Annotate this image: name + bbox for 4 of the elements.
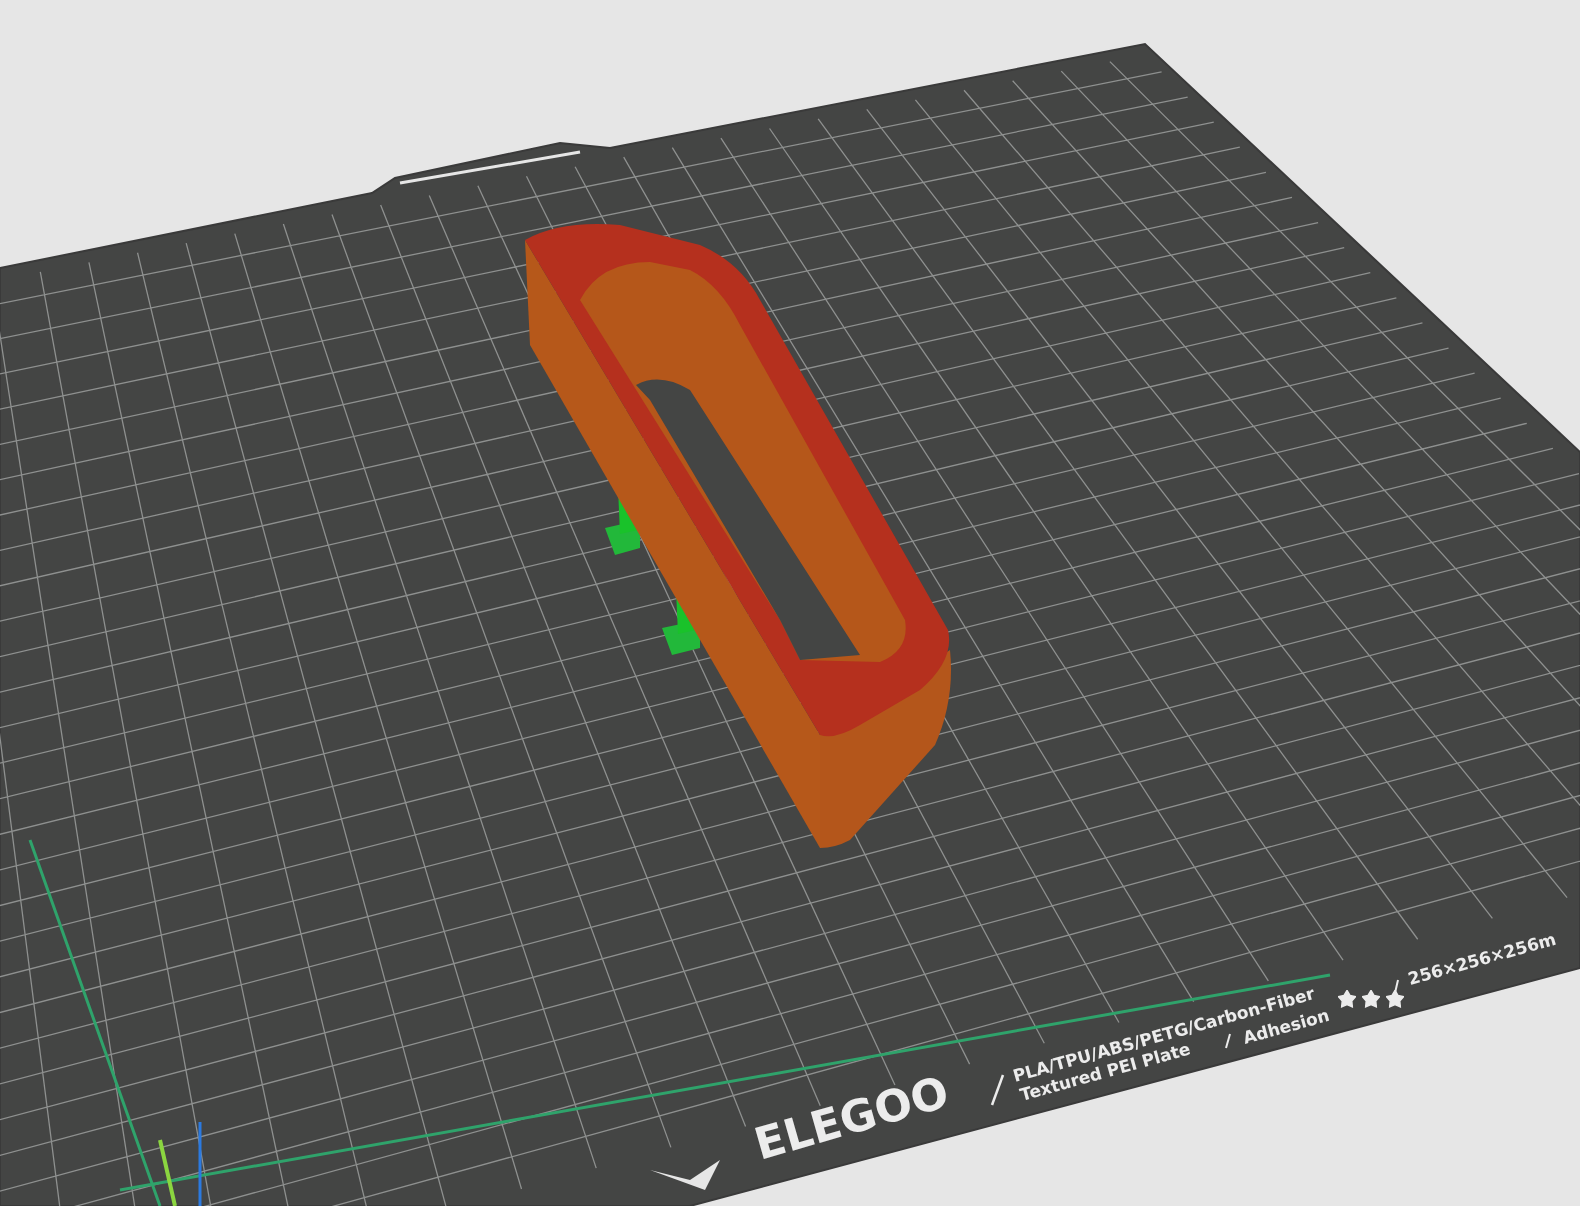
separator-line bbox=[990, 1074, 1005, 1106]
star-icon bbox=[1362, 990, 1380, 1008]
logo-icon bbox=[650, 1160, 720, 1190]
star-icon bbox=[1338, 990, 1356, 1008]
